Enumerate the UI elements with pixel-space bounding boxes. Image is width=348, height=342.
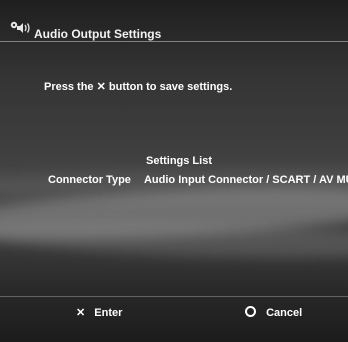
footer-divider (0, 296, 348, 297)
cross-button-icon: ✕ (76, 307, 86, 319)
instruction-prefix: Press the (44, 81, 94, 93)
page-header: Audio Output Settings (0, 12, 348, 42)
cross-button-icon: ✕ (96, 81, 106, 93)
setting-value: Audio Input Connector / SCART / AV MULTI (143, 174, 348, 186)
page-title: Audio Output Settings (34, 27, 162, 41)
cancel-button[interactable]: Cancel (245, 306, 302, 319)
instruction-suffix: button to save settings. (108, 81, 233, 93)
instruction-text: Press the ✕ button to save settings. (44, 80, 232, 93)
settings-row-connector-type: Connector Type Audio Input Connector / S… (48, 174, 348, 186)
speaker-settings-icon (10, 21, 32, 35)
enter-button[interactable]: ✕ Enter (76, 306, 122, 319)
xmb-screen: Audio Output Settings Press the ✕ button… (0, 0, 348, 342)
header-divider (0, 41, 348, 42)
cancel-label: Cancel (266, 307, 303, 319)
setting-label: Connector Type (48, 174, 131, 186)
settings-list-heading: Settings List (145, 155, 212, 167)
circle-button-icon (245, 306, 256, 317)
enter-label: Enter (94, 307, 123, 319)
